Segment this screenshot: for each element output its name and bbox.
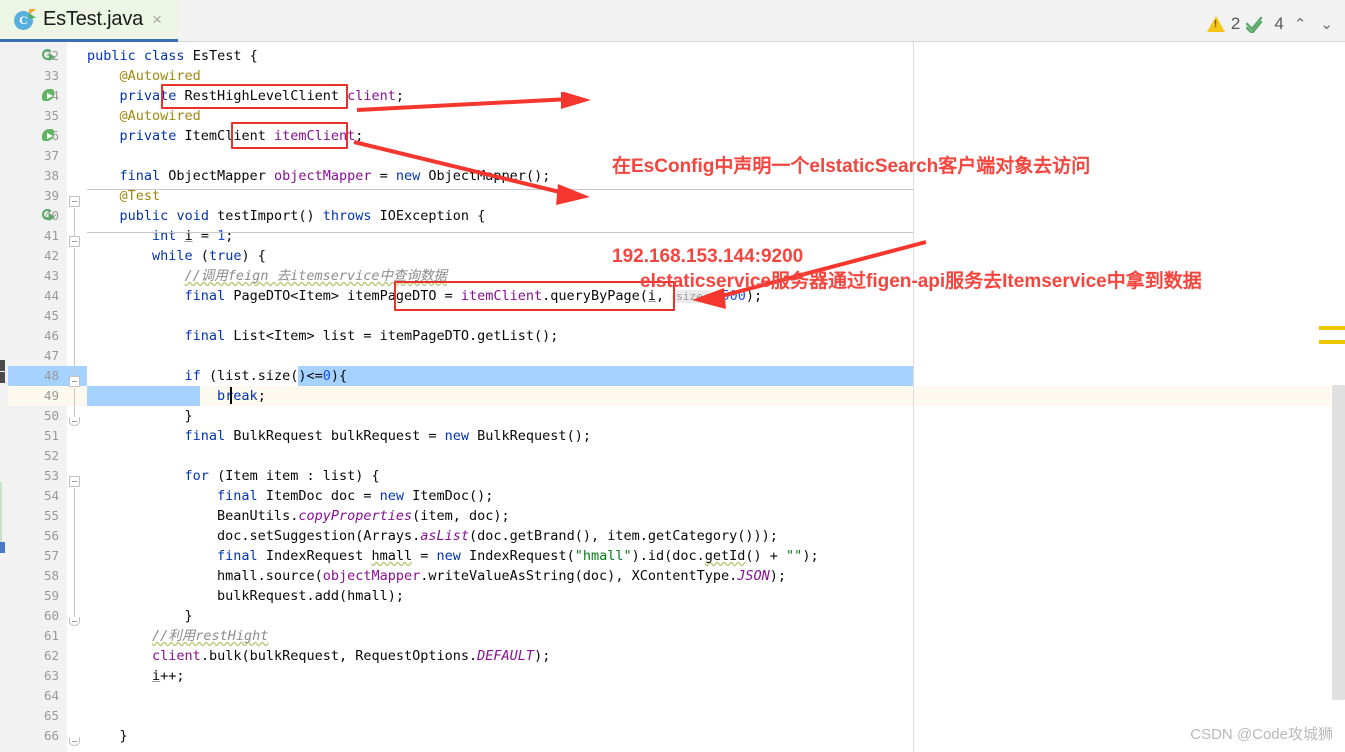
annotation-text-2: elstaticservice服务器通过figen-api服务去Itemserv…	[640, 207, 1202, 357]
line-number: 41	[43, 228, 59, 243]
line-number-gutter[interactable]: 3233343536373839404142434445464748495051…	[8, 42, 67, 752]
line-number: 51	[43, 428, 59, 443]
line-number: 33	[43, 68, 59, 83]
line-number: 38	[43, 168, 59, 183]
line-number: 42	[43, 248, 59, 263]
code-line[interactable]: hmall.source(objectMapper.writeValueAsSt…	[87, 566, 786, 586]
chevron-down-icon[interactable]: ⌄	[1316, 15, 1337, 33]
line-number: 57	[43, 548, 59, 563]
line-number: 44	[43, 288, 59, 303]
code-line[interactable]: final List<Item> list = itemPageDTO.getL…	[87, 326, 559, 346]
line-number: 50	[43, 408, 59, 423]
line-number: 53	[43, 468, 59, 483]
line-number: 48	[43, 368, 59, 383]
code-line[interactable]: client.bulk(bulkRequest, RequestOptions.…	[87, 646, 550, 666]
code-line[interactable]: }	[87, 606, 193, 626]
line-number: 47	[43, 348, 59, 363]
check-count: 4	[1274, 14, 1284, 33]
code-line[interactable]: for (Item item : list) {	[87, 466, 380, 486]
tab-label: EsTest.java	[43, 8, 144, 30]
fold-marker[interactable]	[69, 196, 80, 207]
close-icon[interactable]: ×	[152, 11, 162, 28]
line-number: 55	[43, 508, 59, 523]
vertical-scrollbar-thumb[interactable]	[1332, 385, 1345, 700]
fold-marker[interactable]	[69, 617, 80, 626]
code-line[interactable]: BeanUtils.copyProperties(item, doc);	[87, 506, 510, 526]
error-stripe[interactable]	[1319, 42, 1345, 752]
line-number: 45	[43, 308, 59, 323]
annotation-1-line-1: 在EsConfig中声明一个elstaticSearch客户端对象去访问	[612, 156, 1091, 177]
code-line[interactable]: final ItemDoc doc = new ItemDoc();	[87, 486, 493, 506]
code-line[interactable]: final BulkRequest bulkRequest = new Bulk…	[87, 426, 591, 446]
inspection-status: 2 4 ⌃ ⌄	[1206, 14, 1337, 34]
fold-marker[interactable]	[69, 417, 80, 426]
watermark: CSDN @Code攻城狮	[1190, 726, 1333, 743]
code-line[interactable]: bulkRequest.add(hmall);	[87, 586, 404, 606]
line-number: 62	[43, 648, 59, 663]
fold-marker[interactable]	[69, 476, 80, 487]
code-line[interactable]: final IndexRequest hmall = new IndexRequ…	[87, 546, 819, 566]
line-number: 59	[43, 588, 59, 603]
line-number: 46	[43, 328, 59, 343]
code-line[interactable]: }	[87, 406, 193, 426]
editor-tab-bar: C EsTest.java ×	[0, 0, 1345, 42]
fold-marker[interactable]	[69, 236, 80, 247]
code-line[interactable]: @Autowired	[87, 66, 201, 86]
line-number: 56	[43, 528, 59, 543]
line-number: 58	[43, 568, 59, 583]
line-number: 63	[43, 668, 59, 683]
double-check-icon	[1246, 15, 1268, 33]
line-number: 60	[43, 608, 59, 623]
spring-bean-icon[interactable]	[42, 89, 57, 104]
code-line[interactable]: i++;	[87, 666, 185, 686]
code-line[interactable]: if (list.size()<=0){	[87, 366, 348, 386]
code-line[interactable]: public class EsTest {	[87, 46, 258, 66]
line-number: 61	[43, 628, 59, 643]
line-number: 43	[43, 268, 59, 283]
run-class-icon[interactable]	[42, 49, 57, 64]
line-number: 37	[43, 148, 59, 163]
tab-estest-java[interactable]: C EsTest.java ×	[0, 0, 178, 42]
code-folding-column[interactable]	[67, 42, 87, 752]
code-line[interactable]: final ObjectMapper objectMapper = new Ob…	[87, 166, 551, 186]
line-number: 64	[43, 688, 59, 703]
code-line[interactable]: doc.setSuggestion(Arrays.asList(doc.getB…	[87, 526, 778, 546]
code-line[interactable]: //调用feign 去itemservice中查询数据	[87, 266, 447, 286]
line-number: 39	[43, 188, 59, 203]
warning-count: 2	[1230, 14, 1241, 33]
code-line[interactable]: //利用restHight	[87, 626, 268, 646]
code-line[interactable]: private RestHighLevelClient client;	[87, 86, 405, 106]
line-number: 54	[43, 488, 59, 503]
java-class-icon: C	[14, 8, 36, 31]
warning-icon	[1206, 16, 1225, 32]
breakpoint-strip[interactable]	[0, 42, 8, 752]
code-line[interactable]: while (true) {	[87, 246, 266, 266]
line-number: 66	[43, 728, 59, 743]
fold-marker[interactable]	[69, 376, 80, 387]
spring-bean-icon[interactable]	[42, 129, 57, 144]
code-line[interactable]: int i = 1;	[87, 226, 233, 246]
line-number: 49	[43, 388, 59, 403]
code-line[interactable]: break;	[87, 386, 266, 406]
code-line[interactable]: public void testImport() throws IOExcept…	[87, 206, 486, 226]
code-line[interactable]: private ItemClient itemClient;	[87, 126, 364, 146]
ide-window: C EsTest.java × 2 4 ⌃ ⌄	[0, 0, 1345, 752]
text-caret	[230, 387, 232, 404]
line-number: 52	[43, 448, 59, 463]
annotation-2-line-1: elstaticservice服务器通过figen-api服务去Itemserv…	[640, 271, 1202, 292]
run-method-icon[interactable]	[42, 209, 57, 224]
code-line[interactable]: @Autowired	[87, 106, 201, 126]
fold-marker[interactable]	[69, 737, 80, 746]
code-line[interactable]: }	[87, 726, 128, 746]
line-number: 35	[43, 108, 59, 123]
chevron-up-icon[interactable]: ⌃	[1290, 15, 1311, 33]
line-number: 65	[43, 708, 59, 723]
